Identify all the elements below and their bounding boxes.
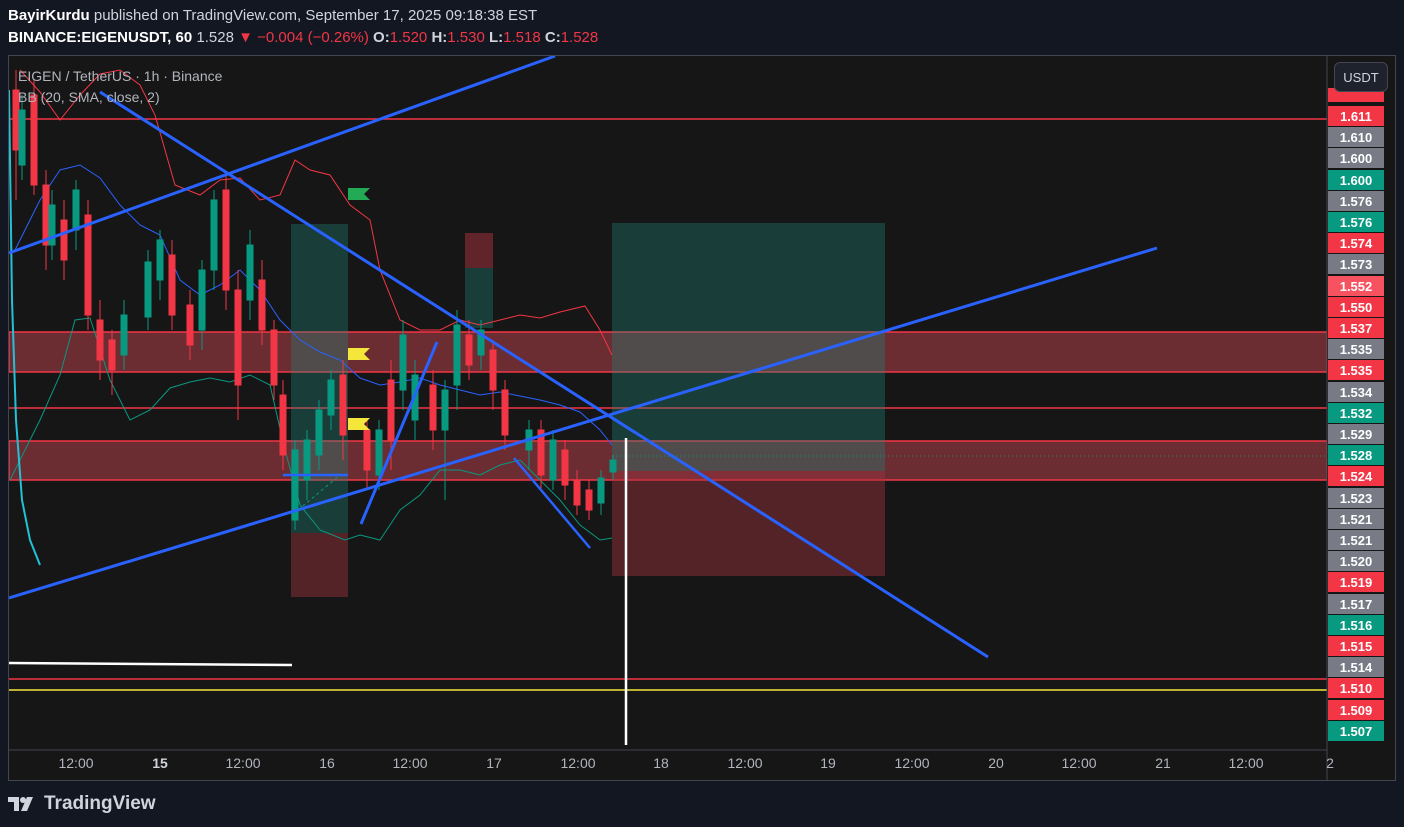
time-label: 16 [319,755,335,771]
price-label: 1.529 [1328,424,1384,444]
time-label: 12:00 [225,755,261,771]
white-level-line [9,661,293,667]
mini-stop-box [465,233,493,268]
time-label: 21 [1155,755,1171,771]
price-label: 1.515 [1328,636,1384,656]
price-label: 1.611 [1328,106,1384,126]
ascending-trendline [9,246,1158,600]
upper-rising-trendline [9,56,556,255]
price-label: 1.520 [1328,551,1384,571]
brand-name: TradingView [44,793,156,814]
time-label: 12:00 [58,755,94,771]
indicator-legend[interactable]: BB (20, SMA, close, 2) [18,89,160,105]
price-label: 1.600 [1328,170,1384,190]
price-label: 1.576 [1328,212,1384,232]
price-label: 1.516 [1328,615,1384,635]
price-label: 1.534 [1328,382,1384,402]
time-label: 15 [152,755,168,771]
price-label: 1.517 [1328,594,1384,614]
price-label: 1.550 [1328,297,1384,317]
price-label: 1.610 [1328,127,1384,147]
time-label: 12:00 [727,755,763,771]
price-label: 1.523 [1328,488,1384,508]
time-label: 2 [1326,755,1334,771]
price-label: 1.573 [1328,254,1384,274]
price-label: 1.532 [1328,403,1384,423]
long-position-target [291,224,348,533]
price-label: 1.510 [1328,678,1384,698]
currency-button[interactable]: USDT [1334,62,1388,92]
time-label: 12:00 [1061,755,1097,771]
chart-drawing [9,56,1384,780]
price-label: 1.524 [1328,466,1384,486]
symbol-legend[interactable]: EIGEN / TetherUS · 1h · Binance [18,68,222,84]
price-label: 1.521 [1328,509,1384,529]
price-label: 1.600 [1328,148,1384,168]
price-label: 1.514 [1328,657,1384,677]
price-label: 1.576 [1328,191,1384,211]
price-label: 1.519 [1328,572,1384,592]
price-label: 1.535 [1328,360,1384,380]
price-label: 1.521 [1328,530,1384,550]
green-flag-icon [348,188,370,200]
time-label: 19 [820,755,836,771]
time-label: 17 [486,755,502,771]
time-label: 12:00 [560,755,596,771]
footer-brand: TradingView [8,793,156,815]
price-label: 1.509 [1328,700,1384,720]
projected-stop-box [612,471,885,576]
time-label: 12:00 [894,755,930,771]
price-label: 1.507 [1328,721,1384,741]
price-label: 1.535 [1328,339,1384,359]
price-label: 1.552 [1328,276,1384,296]
price-label: 1.574 [1328,233,1384,253]
time-label: 20 [988,755,1004,771]
projected-target-box [612,223,885,471]
price-label: 1.537 [1328,318,1384,338]
time-label: 12:00 [392,755,428,771]
time-label: 12:00 [1228,755,1264,771]
long-position-stop [291,533,348,597]
time-label: 18 [653,755,669,771]
tradingview-logo-icon [8,797,33,811]
mini-target-box [465,268,493,328]
price-label: 1.528 [1328,445,1384,465]
